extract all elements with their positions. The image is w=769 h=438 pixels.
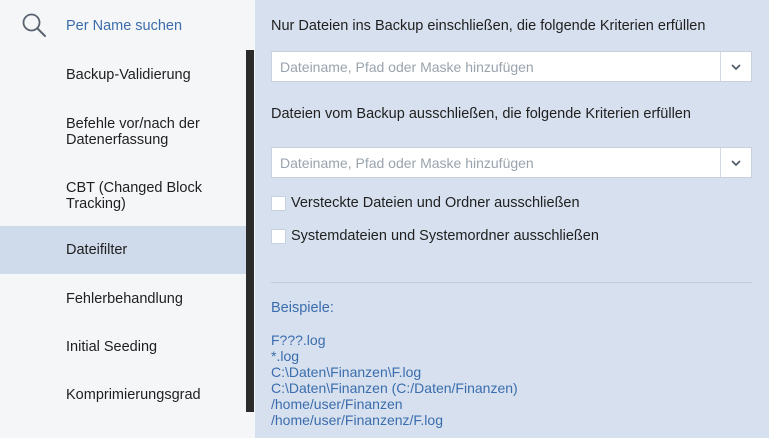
sidebar-item-dateifilter[interactable]: Dateifilter: [0, 226, 246, 274]
sidebar-search[interactable]: Per Name suchen: [0, 0, 255, 52]
example-item: C:\Daten\Finanzen\F.log: [271, 364, 422, 380]
sidebar-item-cbt[interactable]: CBT (Changed Block Tracking): [0, 170, 246, 222]
examples-list: F???.log *.log C:\Daten\Finanzen\F.log C…: [271, 332, 518, 428]
search-label[interactable]: Per Name suchen: [66, 18, 182, 34]
sidebar-item-befehle-vor-nach[interactable]: Befehle vor/nach der Datenerfassung: [0, 106, 246, 158]
combobox-divider: [720, 52, 721, 81]
exclude-criteria-label: Dateien vom Backup ausschließen, die fol…: [271, 106, 691, 122]
sidebar-item-label: Fehlerbehandlung: [66, 291, 183, 307]
include-criteria-label: Nur Dateien ins Backup einschließen, die…: [271, 18, 706, 34]
exclude-hidden-checkbox[interactable]: [271, 195, 286, 211]
include-filter-placeholder[interactable]: Dateiname, Pfad oder Maske hinzufügen: [280, 59, 534, 75]
sidebar-item-backup-validierung[interactable]: Backup-Validierung: [0, 54, 246, 96]
section-divider: [271, 282, 752, 283]
search-icon[interactable]: [21, 12, 47, 38]
sidebar-scrollbar[interactable]: [246, 50, 254, 412]
exclude-system-checkbox[interactable]: [271, 228, 286, 244]
chevron-down-icon[interactable]: [729, 61, 743, 73]
sidebar-item-label: Backup-Validierung: [66, 67, 191, 83]
sidebar-item-label: Komprimierungsgrad: [66, 387, 201, 403]
example-item: /home/user/Finanzen: [271, 396, 403, 412]
exclude-system-label[interactable]: Systemdateien und Systemordner ausschlie…: [291, 228, 599, 244]
sidebar-item-komprimierungsgrad[interactable]: Komprimierungsgrad: [0, 374, 246, 416]
example-item: /home/user/Finanzenz/F.log: [271, 412, 443, 428]
dateifilter-panel: Nur Dateien ins Backup einschließen, die…: [255, 0, 769, 438]
examples-title: Beispiele:: [271, 300, 334, 316]
sidebar: Per Name suchen Backup-Validierung Befeh…: [0, 0, 255, 438]
example-item: *.log: [271, 348, 300, 364]
chevron-down-icon[interactable]: [729, 157, 743, 169]
sidebar-item-label: Initial Seeding: [66, 339, 158, 355]
exclude-filter-combobox[interactable]: Dateiname, Pfad oder Maske hinzufügen: [271, 147, 752, 178]
combobox-divider: [720, 148, 721, 177]
exclude-system-option[interactable]: Systemdateien und Systemordner ausschlie…: [271, 228, 599, 244]
sidebar-item-fehlerbehandlung[interactable]: Fehlerbehandlung: [0, 278, 246, 320]
sidebar-item-label: Dateifilter: [66, 242, 128, 258]
include-filter-combobox[interactable]: Dateiname, Pfad oder Maske hinzufügen: [271, 51, 752, 82]
exclude-hidden-option[interactable]: Versteckte Dateien und Ordner ausschließ…: [271, 195, 580, 211]
exclude-hidden-label[interactable]: Versteckte Dateien und Ordner ausschließ…: [291, 195, 580, 211]
example-item: F???.log: [271, 332, 326, 348]
sidebar-item-label: Befehle vor/nach der Datenerfassung: [66, 116, 200, 148]
sidebar-item-initial-seeding[interactable]: Initial Seeding: [0, 326, 246, 368]
exclude-filter-placeholder[interactable]: Dateiname, Pfad oder Maske hinzufügen: [280, 155, 534, 171]
sidebar-item-label: CBT (Changed Block Tracking): [66, 180, 202, 212]
example-item: C:\Daten\Finanzen (C:/Daten/Finanzen): [271, 380, 518, 396]
